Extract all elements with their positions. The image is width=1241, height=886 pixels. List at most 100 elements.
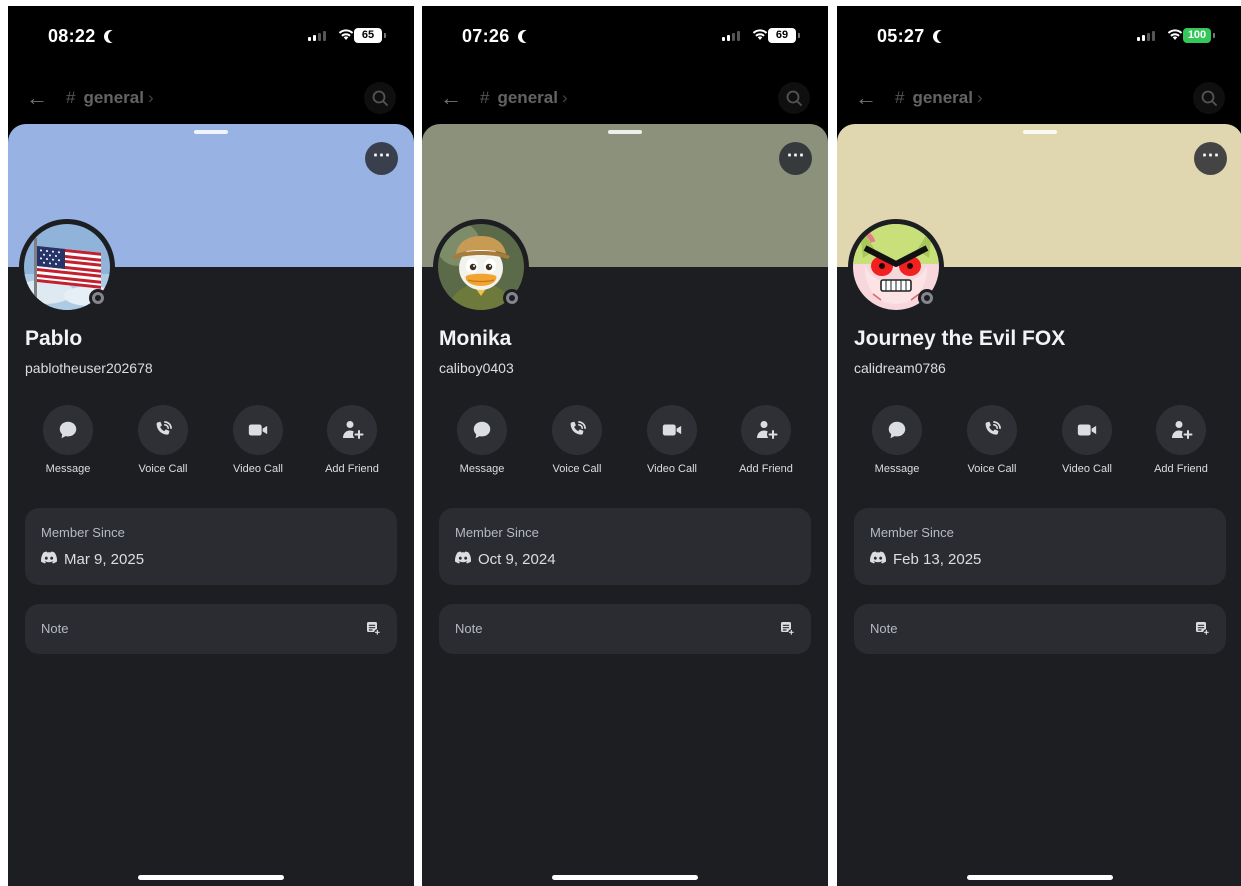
signal-icon xyxy=(722,31,740,41)
action-label: Voice Call xyxy=(967,463,1017,475)
username: caliboy0403 xyxy=(439,360,514,376)
phone-screen: 07:26 69 ← # general › ⋯ Monika caliboy0403 Messa… xyxy=(422,6,828,886)
add-friend-icon xyxy=(741,405,791,455)
action-label: Message xyxy=(459,463,505,475)
home-indicator[interactable] xyxy=(138,875,284,880)
clock: 05:27 xyxy=(877,26,947,47)
offline-status-icon xyxy=(89,289,107,307)
add-note-icon[interactable] xyxy=(1194,620,1210,641)
back-arrow-icon[interactable]: ← xyxy=(855,87,877,109)
search-icon[interactable] xyxy=(1193,82,1225,114)
home-indicator[interactable] xyxy=(967,875,1113,880)
ellipsis-icon: ⋯ xyxy=(1201,145,1220,165)
voice-call-button[interactable]: Voice Call xyxy=(947,405,1037,475)
more-options-button[interactable]: ⋯ xyxy=(365,142,398,175)
video-call-button[interactable]: Video Call xyxy=(627,405,717,475)
voice-call-button[interactable]: Voice Call xyxy=(532,405,622,475)
action-label: Message xyxy=(874,463,920,475)
action-label: Video Call xyxy=(647,463,697,475)
more-options-button[interactable]: ⋯ xyxy=(1194,142,1227,175)
sheet-drag-handle[interactable] xyxy=(1023,130,1057,134)
member-since-title: Member Since xyxy=(455,525,539,540)
add-friend-button[interactable]: Add Friend xyxy=(721,405,811,475)
member-since-card: Member Since Oct 9, 2024 xyxy=(439,508,811,585)
channel-header: ← # general › xyxy=(837,80,1241,116)
channel-name[interactable]: # general › xyxy=(480,88,568,108)
video-call-button[interactable]: Video Call xyxy=(213,405,303,475)
note-card[interactable]: Note xyxy=(25,604,397,654)
profile-sheet: ⋯ Monika caliboy0403 Message Voice Call Video… xyxy=(422,124,828,886)
video-call-icon xyxy=(647,405,697,455)
username: calidream0786 xyxy=(854,360,946,376)
avatar-frame xyxy=(19,219,115,315)
battery-indicator: 69 xyxy=(768,28,800,43)
moon-icon xyxy=(522,30,535,43)
action-label: Add Friend xyxy=(325,463,379,475)
discord-logo-icon xyxy=(41,551,58,568)
channel-header: ← # general › xyxy=(422,80,828,116)
member-since-title: Member Since xyxy=(41,525,125,540)
add-friend-icon xyxy=(327,405,377,455)
offline-status-icon xyxy=(918,289,936,307)
phone-screen: 08:22 65 ← # general › ⋯ Pablo pablotheuser20267… xyxy=(8,6,414,886)
back-arrow-icon[interactable]: ← xyxy=(440,87,462,109)
member-since-date: Oct 9, 2024 xyxy=(478,551,556,568)
message-icon xyxy=(43,405,93,455)
username: pablotheuser202678 xyxy=(25,360,153,376)
chevron-right-icon: › xyxy=(147,88,154,107)
action-label: Voice Call xyxy=(552,463,602,475)
chevron-right-icon: › xyxy=(976,88,983,107)
action-label: Video Call xyxy=(1062,463,1112,475)
profile-sheet: ⋯ Pablo pablotheuser202678 Message Voice Cal… xyxy=(8,124,414,886)
member-since-title: Member Since xyxy=(870,525,954,540)
action-label: Voice Call xyxy=(138,463,188,475)
sheet-drag-handle[interactable] xyxy=(608,130,642,134)
status-bar: 05:27 100 xyxy=(837,6,1241,66)
message-icon xyxy=(457,405,507,455)
search-icon[interactable] xyxy=(778,82,810,114)
add-note-icon[interactable] xyxy=(365,620,381,641)
note-title: Note xyxy=(41,621,69,636)
display-name: Monika xyxy=(439,327,512,350)
message-button[interactable]: Message xyxy=(23,405,113,475)
video-call-button[interactable]: Video Call xyxy=(1042,405,1132,475)
avatar-frame xyxy=(848,219,944,315)
voice-call-icon xyxy=(552,405,602,455)
add-note-icon[interactable] xyxy=(779,620,795,641)
wifi-icon xyxy=(752,28,768,46)
search-icon[interactable] xyxy=(364,82,396,114)
signal-icon xyxy=(308,31,326,41)
display-name: Pablo xyxy=(25,327,83,350)
clock: 07:26 xyxy=(462,26,532,47)
channel-name[interactable]: # general › xyxy=(66,88,154,108)
voice-call-button[interactable]: Voice Call xyxy=(118,405,208,475)
channel-name[interactable]: # general › xyxy=(895,88,983,108)
more-options-button[interactable]: ⋯ xyxy=(779,142,812,175)
back-arrow-icon[interactable]: ← xyxy=(26,87,48,109)
member-since-date-row: Feb 13, 2025 xyxy=(870,551,981,568)
phone-screen: 05:27 100 ← # general › ⋯ Journey the Evil FOX c… xyxy=(837,6,1241,886)
note-card[interactable]: Note xyxy=(854,604,1226,654)
message-button[interactable]: Message xyxy=(437,405,527,475)
discord-logo-icon xyxy=(870,551,887,568)
status-bar: 08:22 65 xyxy=(8,6,414,66)
battery-indicator: 65 xyxy=(354,28,386,43)
wifi-icon xyxy=(1167,28,1183,46)
hash-icon: # xyxy=(480,88,490,107)
chevron-right-icon: › xyxy=(561,88,568,107)
profile-actions: Message Voice Call Video Call Add Friend xyxy=(422,405,828,485)
battery-indicator: 100 xyxy=(1183,28,1215,43)
message-icon xyxy=(872,405,922,455)
add-friend-icon xyxy=(1156,405,1206,455)
note-card[interactable]: Note xyxy=(439,604,811,654)
message-button[interactable]: Message xyxy=(852,405,942,475)
sheet-drag-handle[interactable] xyxy=(194,130,228,134)
hash-icon: # xyxy=(66,88,76,107)
moon-icon xyxy=(108,30,121,43)
add-friend-button[interactable]: Add Friend xyxy=(1136,405,1226,475)
ellipsis-icon: ⋯ xyxy=(372,145,391,165)
avatar-frame xyxy=(433,219,529,315)
add-friend-button[interactable]: Add Friend xyxy=(307,405,397,475)
member-since-card: Member Since Feb 13, 2025 xyxy=(854,508,1226,585)
home-indicator[interactable] xyxy=(552,875,698,880)
